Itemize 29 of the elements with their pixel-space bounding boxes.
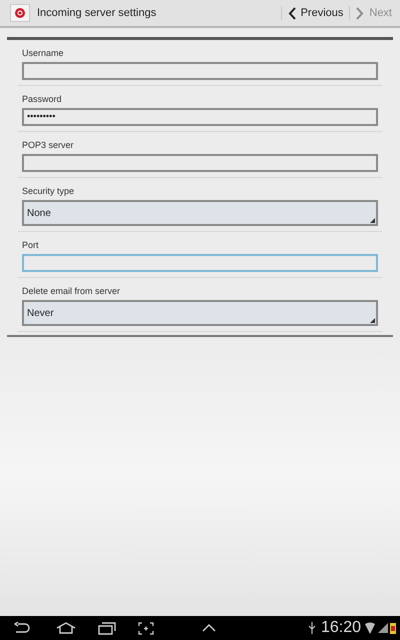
screen-title: Incoming server settings (37, 6, 158, 21)
chevron-up-icon[interactable] (202, 624, 216, 632)
dropdown[interactable]: Never (22, 300, 378, 326)
dropdown-corner-icon (370, 218, 375, 223)
signal-icon (378, 623, 388, 633)
usb-icon (308, 622, 315, 634)
input-field[interactable] (22, 154, 378, 172)
recent-apps-icon[interactable] (98, 622, 116, 634)
app-icon[interactable] (10, 4, 30, 22)
screenshot-icon[interactable] (138, 622, 154, 634)
chevron-right-icon (356, 6, 364, 20)
home-icon[interactable] (56, 622, 76, 634)
input-field[interactable] (22, 254, 378, 272)
field-label: Delete email from server (22, 285, 122, 297)
chevron-left-icon (288, 6, 296, 20)
field-label: Password (22, 93, 63, 105)
back-icon[interactable] (14, 622, 30, 634)
previous-button[interactable]: Previous (282, 0, 350, 26)
field-label: POP3 server (22, 139, 75, 151)
clock: 16:20 (320, 618, 361, 638)
input-field[interactable]: ••••••••• (22, 108, 378, 126)
dropdown[interactable]: None (22, 200, 378, 226)
field-label: Port (22, 239, 40, 251)
input-field[interactable] (22, 62, 378, 80)
battery-icon (390, 622, 396, 634)
field-label: Username (22, 47, 65, 59)
field-label: Security type (22, 185, 76, 197)
wifi-icon (365, 622, 375, 634)
dropdown-corner-icon (370, 318, 375, 323)
